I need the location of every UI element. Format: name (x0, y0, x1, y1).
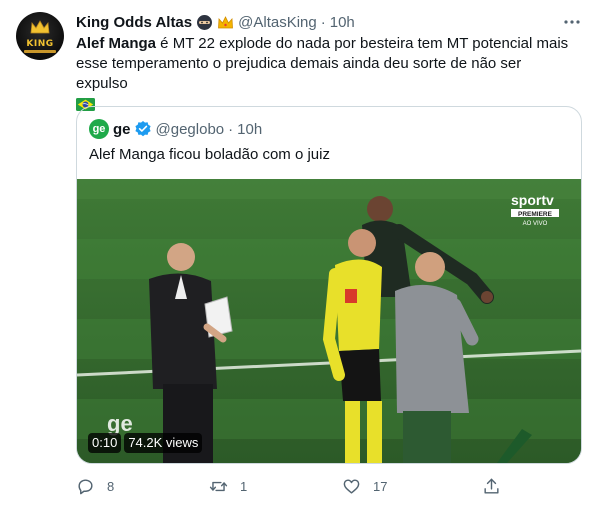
tweet-time[interactable]: 10h (330, 14, 355, 31)
quote-author-handle[interactable]: @geglobo (156, 121, 225, 138)
avatar-logo-text: KING (26, 39, 54, 49)
channel-logo-text: sportv (511, 192, 554, 208)
share-button[interactable] (482, 474, 501, 498)
video-views: 74.2K views (124, 433, 203, 453)
video-badges: 0:10 74.2K views (88, 433, 203, 453)
ge-avatar[interactable]: ge (89, 119, 109, 139)
quote-author-name[interactable]: ge (113, 121, 131, 138)
more-icon (564, 20, 580, 24)
quoted-tweet[interactable]: ge ge @geglobo · 10h Alef Manga ficou bo… (76, 106, 582, 464)
video-duration: 0:10 (88, 433, 122, 453)
like-count: 17 (373, 478, 388, 494)
reply-button[interactable]: 8 (76, 474, 114, 498)
share-icon (484, 478, 499, 494)
tweet-text-bold: Alef Manga (76, 35, 157, 52)
video-player[interactable]: sportv PREMIERE AO VIVO ge 0:10 74.2K vi… (77, 179, 581, 463)
retweet-count: 1 (240, 478, 248, 494)
more-button[interactable] (562, 12, 582, 32)
quote-header: ge ge @geglobo · 10h (89, 119, 262, 139)
tweet[interactable]: KING King Odds Altas @AltasKing · 10h Al… (0, 0, 598, 507)
like-button[interactable]: 17 (342, 474, 387, 498)
quote-time[interactable]: 10h (237, 121, 262, 138)
separator: · (320, 13, 326, 31)
tweet-header: King Odds Altas @AltasKing · 10h (76, 12, 355, 32)
channel-sub-text: PREMIERE (518, 211, 553, 218)
retweet-button[interactable]: 1 (209, 474, 247, 498)
avatar[interactable]: KING (16, 12, 64, 60)
video-frame: sportv PREMIERE AO VIVO ge (77, 179, 581, 463)
verified-icon (134, 121, 151, 137)
like-icon (343, 478, 360, 494)
crown-emoji-icon (218, 15, 234, 28)
author-handle[interactable]: @AltasKing (238, 14, 317, 31)
action-bar: 8 1 17 (76, 474, 506, 498)
crown-icon (30, 20, 50, 34)
live-label: AO VIVO (523, 221, 548, 227)
retweet-icon (209, 481, 228, 491)
ninja-emoji-icon (197, 14, 213, 30)
reply-icon (78, 478, 93, 494)
tweet-text: Alef Manga é MT 22 explode do nada por b… (76, 34, 576, 115)
quote-separator: · (228, 120, 234, 138)
reply-count: 8 (107, 478, 115, 494)
author-name[interactable]: King Odds Altas (76, 14, 192, 31)
avatar-logo-bar (24, 50, 56, 53)
quote-text: Alef Manga ficou boladão com o juiz (89, 146, 330, 163)
